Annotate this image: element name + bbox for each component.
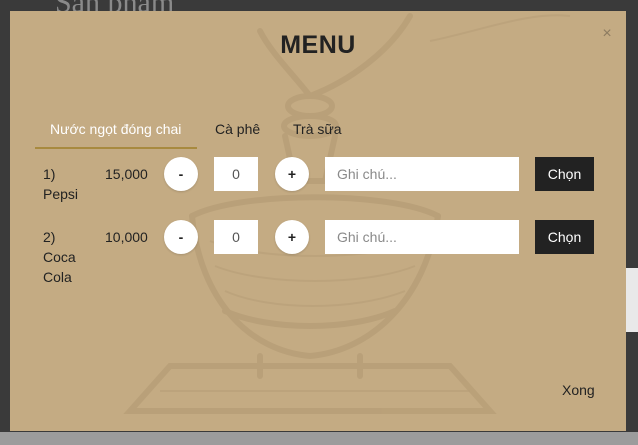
choose-button[interactable]: Chọn xyxy=(535,157,594,191)
increase-quantity-button[interactable]: + xyxy=(275,220,309,254)
quantity-input[interactable] xyxy=(214,220,258,254)
item-price: 15,000 xyxy=(105,166,148,182)
item-label: 2) Coca Cola xyxy=(43,227,88,287)
item-label: 1) Pepsi xyxy=(43,164,88,204)
note-input[interactable] xyxy=(325,220,519,254)
item-name: Pepsi xyxy=(43,186,79,202)
decrease-quantity-button[interactable]: - xyxy=(164,157,198,191)
quantity-input[interactable] xyxy=(214,157,258,191)
tab-coffee[interactable]: Cà phê xyxy=(215,121,260,137)
menu-modal: × MENU Nước ngọt đóng chai Cà phê Trà sữ… xyxy=(10,11,626,431)
background-footer-strip xyxy=(0,432,638,445)
increase-quantity-button[interactable]: + xyxy=(275,157,309,191)
menu-item-row: 1) Pepsi 15,000 - + Chọn xyxy=(10,157,626,234)
item-price: 10,000 xyxy=(105,229,148,245)
item-index: 1) xyxy=(43,166,56,182)
item-name: Coca Cola xyxy=(43,249,76,285)
tab-bottled-soft-drinks[interactable]: Nước ngọt đóng chai xyxy=(50,121,181,137)
tab-milk-tea[interactable]: Trà sữa xyxy=(293,121,342,137)
menu-item-row: 2) Coca Cola 10,000 - + Chọn xyxy=(10,220,626,297)
modal-title: MENU xyxy=(280,31,356,59)
item-index: 2) xyxy=(43,229,56,245)
done-button[interactable]: Xong xyxy=(562,382,595,398)
choose-button[interactable]: Chọn xyxy=(535,220,594,254)
background-panel-edge xyxy=(626,268,638,332)
decrease-quantity-button[interactable]: - xyxy=(164,220,198,254)
active-tab-indicator xyxy=(35,147,197,149)
note-input[interactable] xyxy=(325,157,519,191)
